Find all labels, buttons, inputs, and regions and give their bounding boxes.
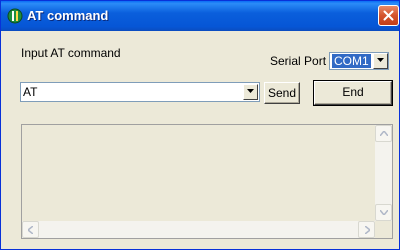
serial-port-dropdown-button[interactable]: [373, 53, 388, 69]
close-icon: [383, 10, 394, 21]
chevron-left-icon: [28, 226, 33, 234]
close-button[interactable]: [378, 5, 399, 26]
at-command-window: AT command Input AT command Serial Port …: [0, 0, 400, 250]
at-command-dropdown-button[interactable]: [243, 84, 258, 100]
input-label: Input AT command: [21, 46, 121, 60]
horizontal-scrollbar[interactable]: [22, 221, 375, 238]
scroll-left-button[interactable]: [22, 221, 39, 238]
serial-port-value: COM1: [332, 54, 371, 68]
chevron-down-icon: [247, 89, 254, 93]
chevron-up-icon: [380, 131, 388, 136]
scroll-right-button[interactable]: [358, 221, 375, 238]
end-button[interactable]: End: [313, 80, 393, 106]
scrollbar-corner: [375, 221, 392, 238]
chevron-right-icon: [365, 226, 370, 234]
scroll-down-button[interactable]: [375, 204, 392, 221]
output-textarea[interactable]: [21, 124, 393, 239]
send-button[interactable]: Send: [264, 82, 300, 104]
at-command-input[interactable]: [23, 84, 238, 100]
window-title: AT command: [27, 8, 109, 23]
serial-port-select[interactable]: COM1: [329, 52, 389, 70]
chevron-down-icon: [380, 210, 388, 215]
vertical-scrollbar[interactable]: [375, 125, 392, 221]
at-command-combobox[interactable]: [20, 82, 260, 102]
chevron-down-icon: [377, 58, 384, 62]
scroll-up-button[interactable]: [375, 125, 392, 142]
serial-port-label: Serial Port: [270, 54, 327, 68]
title-bar[interactable]: AT command: [1, 1, 399, 31]
app-icon: [7, 8, 23, 24]
